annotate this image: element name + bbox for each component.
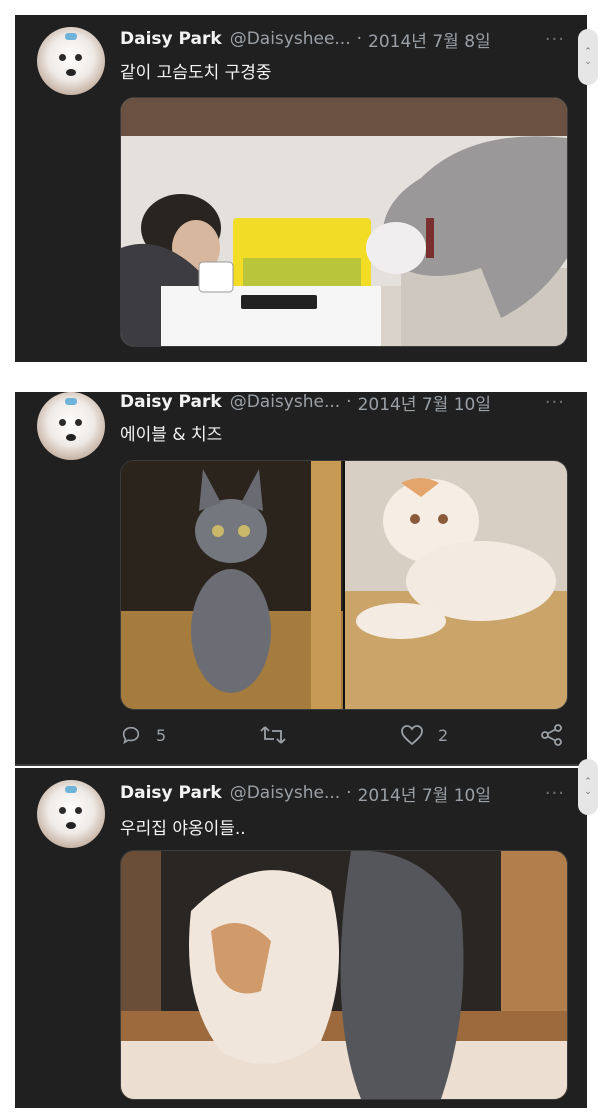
divider	[15, 764, 587, 766]
avatar-eye	[59, 807, 66, 814]
tweet-date[interactable]: 2014년 7월 10일	[358, 392, 491, 415]
reply-count: 5	[156, 725, 167, 745]
author-name[interactable]: Daisy Park	[120, 29, 222, 49]
avatar-bow	[65, 398, 77, 405]
tweet-photo-grid[interactable]	[120, 460, 568, 710]
more-icon[interactable]: ···	[545, 392, 565, 413]
like-count: 2	[438, 725, 449, 745]
separator: ·	[356, 29, 363, 49]
scroll-handle-icon[interactable]: ⌃ ⌄	[578, 759, 598, 815]
avatar-nose	[66, 434, 76, 441]
avatar-eye	[59, 54, 66, 61]
tweet-card[interactable]: Daisy Park @Daisyshe... · 2014년 7월 10일 ·…	[15, 392, 587, 764]
tweet-photo[interactable]	[120, 97, 568, 347]
author-name[interactable]: Daisy Park	[120, 783, 222, 803]
separator: ·	[346, 783, 352, 803]
avatar-bow	[65, 33, 77, 40]
separator: ·	[346, 392, 352, 412]
author-handle[interactable]: @Daisyshee...	[230, 29, 351, 49]
avatar[interactable]	[37, 780, 105, 848]
tweet-text: 같이 고슴도치 구경중	[120, 63, 272, 83]
tweet-header: Daisy Park @Daisyshe... · 2014년 7월 10일	[120, 781, 491, 806]
reply-icon	[122, 726, 140, 745]
author-handle[interactable]: @Daisyshe...	[230, 783, 340, 803]
tweet-header: Daisy Park @Daisyshee... · 2014년 7월 8일	[120, 27, 491, 52]
like-icon	[401, 725, 423, 746]
retweet-button[interactable]	[260, 724, 300, 746]
photo-man-dog-hedgehog	[121, 98, 567, 346]
retweet-icon	[260, 726, 286, 744]
avatar-nose	[66, 69, 76, 76]
avatar-eye	[59, 419, 66, 426]
tweet-text: 우리집 야옹이들..	[120, 819, 246, 839]
like-button[interactable]: 2	[400, 724, 448, 746]
avatar-eye	[75, 419, 82, 426]
tweet-date[interactable]: 2014년 7월 10일	[358, 781, 491, 806]
tweet-card[interactable]: Daisy Park @Daisyshee... · 2014년 7월 8일 ·…	[15, 15, 587, 362]
more-icon[interactable]: ···	[545, 783, 565, 804]
author-name[interactable]: Daisy Park	[120, 392, 222, 412]
author-handle[interactable]: @Daisyshe...	[230, 392, 340, 412]
share-button[interactable]	[540, 724, 564, 746]
reply-button[interactable]: 5	[120, 724, 166, 746]
tweet-date[interactable]: 2014년 7월 8일	[368, 27, 491, 52]
tweet-card[interactable]: Daisy Park @Daisyshe... · 2014년 7월 10일 ·…	[15, 768, 587, 1108]
photo-two-cats-window	[121, 851, 567, 1099]
avatar-eye	[75, 54, 82, 61]
tweet-header: Daisy Park @Daisyshe... · 2014년 7월 10일	[120, 392, 491, 415]
photos-two-cats	[121, 461, 567, 709]
more-icon[interactable]: ···	[545, 29, 565, 50]
avatar-eye	[75, 807, 82, 814]
tweet-photo[interactable]	[120, 850, 568, 1100]
avatar[interactable]	[37, 392, 105, 460]
tweet-text: 에이블 & 치즈	[120, 425, 223, 445]
share-icon	[541, 724, 562, 746]
tweet-actions: 5 2	[120, 724, 566, 750]
avatar[interactable]	[37, 27, 105, 95]
scroll-handle-icon[interactable]: ⌃ ⌄	[578, 29, 598, 85]
avatar-nose	[66, 822, 76, 829]
avatar-bow	[65, 786, 77, 793]
